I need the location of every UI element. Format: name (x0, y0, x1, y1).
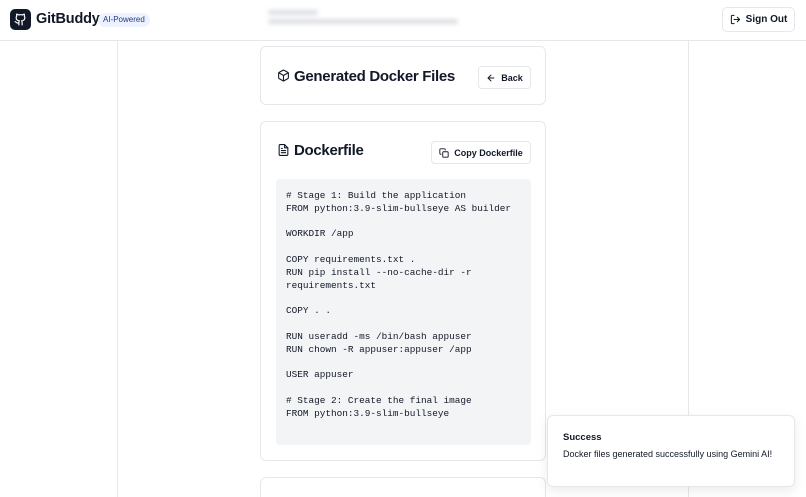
back-label: Back (501, 72, 523, 83)
code-line: RUN chown -R appuser:appuser /app (286, 343, 472, 355)
back-button[interactable]: Back (478, 66, 531, 89)
dockerfile-title: Dockerfile (294, 142, 364, 159)
package-icon (278, 69, 289, 82)
code-line: # Stage 1: Build the application (286, 190, 467, 201)
code-line: # Stage 2: Create the final image (286, 394, 472, 406)
arrow-left-icon (487, 74, 495, 81)
copy-dockerfile-label: Copy Dockerfile (454, 147, 523, 158)
file-text-icon (278, 144, 289, 156)
copy-icon (439, 147, 449, 158)
code-line: COPY requirements.txt . (286, 253, 416, 265)
copy-dockerfile-button[interactable]: Copy Dockerfile (431, 141, 531, 164)
dockerfile-code-block[interactable]: # Stage 1: Build the application FROM py… (276, 179, 531, 445)
success-toast[interactable]: Success Docker files generated successfu… (547, 415, 795, 487)
code-line: USER appuser (286, 369, 354, 381)
sign-out-button[interactable]: Sign Out (722, 7, 795, 32)
toast-message: Docker files generated successfully usin… (563, 449, 773, 459)
brand-name: GitBuddy (36, 11, 100, 27)
code-line: COPY . . (286, 305, 332, 317)
code-line: FROM python:3.9-slim-bullseye (286, 407, 450, 419)
code-line: RUN pip install --no-cache-dir -r (286, 266, 472, 278)
generated-docker-files-card: Generated Docker Files Back (260, 46, 546, 105)
app-header: GitBuddy AI-Powered Sign Out (0, 0, 806, 41)
toast-title: Success (563, 432, 602, 443)
code-line: requirements.txt (286, 279, 377, 291)
sign-out-label: Sign Out (745, 14, 788, 25)
page-title: Generated Docker Files (294, 68, 455, 85)
code-line: RUN useradd -ms /bin/bash appuser (286, 330, 472, 342)
blurred-background-text (268, 6, 458, 28)
code-line: WORKDIR /app (286, 228, 354, 240)
ai-powered-badge: AI-Powered (98, 13, 150, 27)
next-section-card (260, 477, 546, 497)
dockerfile-card: Dockerfile Copy Dockerfile # Stage 1: Bu… (260, 121, 546, 461)
log-out-icon (730, 14, 740, 25)
code-line: FROM python:3.9-slim-bullseye AS builder (286, 202, 512, 214)
github-logo-icon[interactable] (10, 9, 31, 30)
